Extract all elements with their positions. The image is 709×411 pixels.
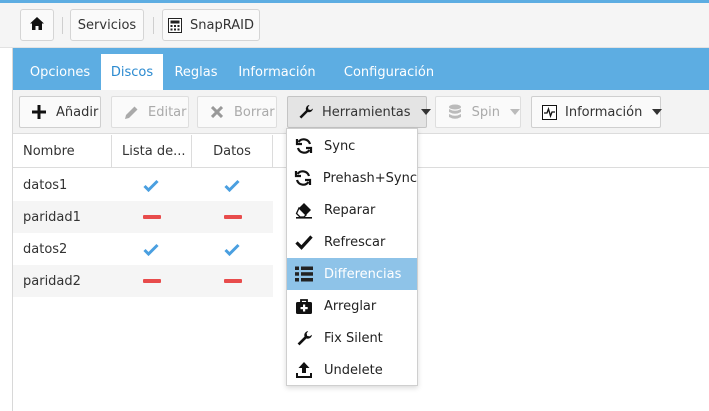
eraser-icon: [294, 200, 314, 220]
breadcrumb: Servicios SnapRAID: [0, 0, 709, 48]
tools-dropdown-button[interactable]: Herramientas: [287, 96, 431, 128]
medkit-icon: [294, 296, 314, 316]
column-header-name[interactable]: Nombre: [13, 135, 112, 168]
table-row[interactable]: paridad2: [13, 265, 273, 297]
menu-item-label: Differencias: [324, 266, 402, 282]
button-label: Añadir: [56, 104, 99, 120]
tools-dropdown-menu: Sync Prehash+Sync Reparar Refrescar Diff…: [286, 128, 418, 386]
dash-icon: [224, 201, 242, 233]
chevron-down-icon: [652, 109, 663, 115]
home-button[interactable]: [20, 9, 54, 41]
add-button[interactable]: Añadir: [19, 96, 101, 128]
check-icon: [224, 233, 240, 265]
calculator-icon: [168, 17, 183, 33]
tab-discos[interactable]: Discos: [101, 54, 163, 90]
breadcrumb-servicios[interactable]: Servicios: [70, 9, 144, 41]
info-dropdown-button[interactable]: Información: [531, 96, 663, 128]
tab-opciones[interactable]: Opciones: [21, 54, 99, 90]
tab-label: Reglas: [174, 64, 218, 80]
column-label: Lista de...: [122, 144, 186, 159]
check-icon: [294, 232, 314, 252]
menu-item-fix-silent[interactable]: Fix Silent: [287, 322, 417, 354]
wrench-icon: [294, 328, 314, 348]
breadcrumb-label: SnapRAID: [190, 17, 254, 33]
menu-item-reparar[interactable]: Reparar: [287, 194, 417, 226]
times-icon: [208, 103, 226, 121]
tab-label: Discos: [110, 64, 154, 80]
menu-item-refrescar[interactable]: Refrescar: [287, 226, 417, 258]
dash-icon: [224, 265, 242, 297]
tab-label: Opciones: [29, 64, 91, 80]
breadcrumb-separator: [62, 17, 63, 34]
check-icon: [224, 169, 240, 201]
menu-item-differencias[interactable]: Differencias: [287, 258, 417, 290]
chevron-down-icon: [420, 109, 431, 115]
database-icon: [446, 103, 464, 121]
delete-button[interactable]: Borrar: [197, 96, 277, 128]
plus-icon: [30, 103, 48, 121]
check-icon: [143, 169, 159, 201]
row-name: datos1: [23, 177, 68, 193]
breadcrumb-separator: [153, 17, 154, 34]
menu-item-arreglar[interactable]: Arreglar: [287, 290, 417, 322]
breadcrumb-label: Servicios: [77, 17, 137, 33]
heartbeat-icon: [542, 103, 557, 121]
menu-item-undelete[interactable]: Undelete: [287, 354, 417, 386]
button-label: Información: [565, 104, 643, 120]
menu-item-label: Fix Silent: [324, 330, 383, 346]
menu-item-label: Sync: [324, 138, 356, 154]
row-name: datos2: [23, 241, 68, 257]
table-row[interactable]: datos2: [13, 233, 273, 265]
tab-bar: Opciones Discos Reglas Información Confi…: [13, 48, 709, 90]
column-header-list[interactable]: Lista de...: [112, 135, 192, 168]
column-header-data[interactable]: Datos: [192, 135, 273, 168]
menu-item-label: Prehash+Sync: [322, 170, 417, 186]
tab-informacion[interactable]: Información: [229, 54, 325, 90]
button-label: Borrar: [234, 104, 275, 120]
tab-label: Configuración: [343, 64, 435, 80]
menu-item-label: Reparar: [324, 202, 376, 218]
breadcrumb-snapraid[interactable]: SnapRAID: [162, 9, 260, 41]
row-name: paridad1: [23, 209, 81, 225]
table-row[interactable]: paridad1: [13, 201, 273, 233]
tab-configuracion[interactable]: Configuración: [329, 54, 449, 90]
dash-icon: [143, 201, 161, 233]
column-label: Datos: [213, 144, 251, 159]
pencil-icon: [122, 103, 140, 121]
tab-reglas[interactable]: Reglas: [165, 54, 227, 90]
list-icon: [294, 264, 314, 284]
wrench-icon: [298, 103, 314, 121]
edit-button[interactable]: Editar: [111, 96, 189, 128]
chevron-down-icon: [510, 109, 520, 115]
menu-item-label: Undelete: [324, 362, 383, 378]
button-label: Herramientas: [322, 104, 411, 120]
table-row[interactable]: datos1: [13, 169, 273, 201]
button-label: Spin: [471, 104, 500, 120]
upload-icon: [294, 360, 314, 380]
column-label: Nombre: [23, 144, 75, 159]
menu-item-sync[interactable]: Sync: [287, 130, 417, 162]
menu-item-prehash-sync[interactable]: Prehash+Sync: [287, 162, 417, 194]
refresh-icon: [294, 168, 313, 188]
tab-label: Información: [238, 64, 316, 80]
home-icon: [29, 16, 45, 35]
spin-dropdown-button[interactable]: Spin: [435, 96, 521, 128]
row-name: paridad2: [23, 273, 81, 289]
dash-icon: [143, 265, 161, 297]
menu-item-label: Refrescar: [324, 234, 386, 250]
button-label: Editar: [148, 104, 187, 120]
check-icon: [143, 233, 159, 265]
refresh-icon: [294, 136, 314, 156]
menu-item-label: Arreglar: [324, 298, 377, 314]
